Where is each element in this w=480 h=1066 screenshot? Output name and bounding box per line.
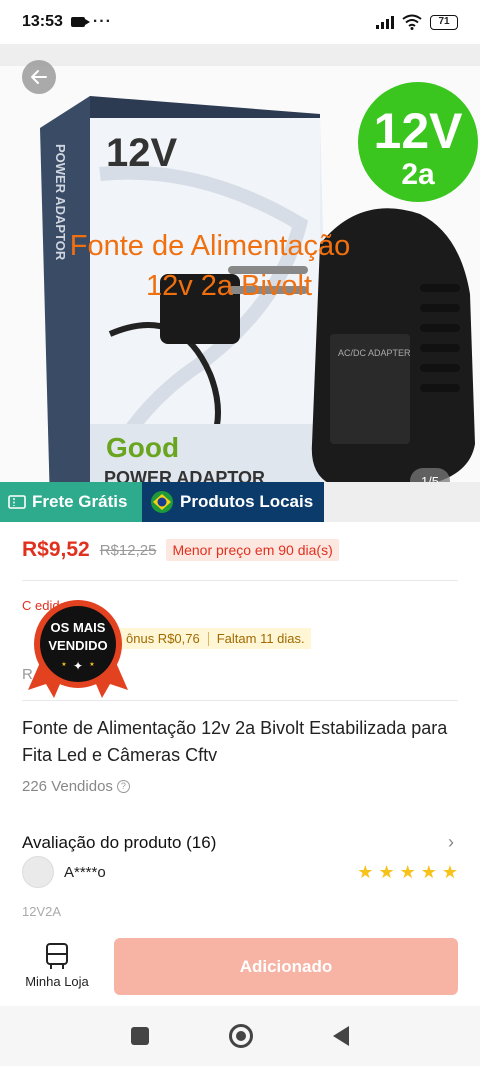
wifi-icon [402,14,422,30]
add-to-cart-button[interactable]: Adicionado [114,938,458,995]
bonus-separator [207,631,209,646]
tags-filler [324,482,480,522]
price-row: R$9,52 R$12,25 Menor preço em 90 dia(s) [22,538,458,562]
reviewer-name: A****o [64,863,106,881]
system-nav-bar [0,1006,480,1066]
free-shipping-tag: Frete Grátis [0,482,142,522]
recent-apps-button[interactable] [131,1027,149,1045]
brazil-flag-icon [151,491,173,513]
divider [22,700,458,701]
badge-line-1: OS MAIS [51,620,106,635]
box-good-text: Good [106,432,179,463]
local-products-label: Produtos Locais [180,492,314,511]
status-time: 13:53 [22,13,63,30]
sparkle-icon: ✦ [73,659,83,673]
product-tags: Frete Grátis Produtos Locais [0,482,480,522]
my-shop-button[interactable]: Minha Loja [22,942,92,989]
promo-overlay-title: Fonte de Alimentação 12v 2a Bivolt [20,226,400,306]
star-icon: ★ [357,861,374,882]
review-item: A****o ★ ★ ★ ★ ★ [22,856,458,888]
box-voltage-text: 12V [106,131,177,175]
help-icon[interactable]: ? [116,780,130,793]
small-star-icon: ★ [61,661,66,668]
local-products-tag: Produtos Locais [142,482,324,522]
battery-icon: 71 [430,14,458,30]
lowest-price-badge: Menor preço em 90 dia(s) [166,539,339,561]
product-title: Fonte de Alimentação 12v 2a Bivolt Estab… [22,718,448,765]
chevron-right-icon: › [448,832,454,852]
signal-icon [376,15,394,29]
star-icon: ★ [441,861,458,882]
home-button[interactable] [229,1024,253,1048]
bottom-action-bar: Minha Loja Adicionado [0,930,480,1006]
bonus-text: ônus R$0,76 [126,631,200,646]
sold-count-text: 226 Vendidos [22,778,113,795]
divider [22,580,458,581]
back-nav-button[interactable] [333,1026,349,1046]
free-shipping-label: Frete Grátis [32,492,128,511]
star-icon: ★ [420,861,437,882]
rating-stars: ★ ★ ★ ★ ★ [357,862,458,883]
camera-icon [70,17,90,27]
best-seller-badge: OS MAIS VENDIDO ✦ ★ ★ [28,600,128,698]
star-icon: ★ [399,861,416,882]
reviews-heading: Avaliação do produto (16) [22,832,217,852]
adapter-label-text: AC/DC ADAPTER [338,348,411,358]
review-variant: 12V2A [22,904,62,919]
arrow-left-icon [31,70,47,84]
store-icon [46,943,68,969]
sold-count: 226 Vendidos ? [22,778,130,795]
promo-line-2: 12v 2a Bivolt [145,270,313,302]
original-price: R$12,25 [99,541,157,559]
avatar [22,856,54,888]
bonus-row[interactable]: ônus R$0,76 Faltam 11 dias. [120,628,311,649]
product-image-gallery[interactable]: 12V Good POWER ADAPTOR POWER ADAPTOR 12V… [0,44,480,522]
small-star-icon: ★ [89,661,94,668]
back-button[interactable] [22,60,56,94]
my-shop-label: Minha Loja [25,974,89,989]
current-price: R$9,52 [22,538,90,561]
badge-volt-text: 12V [374,103,464,159]
status-bar: 13:53 ··· 71 [0,0,480,44]
reviews-header[interactable]: Avaliação do produto (16) › [22,832,454,853]
badge-line-2: VENDIDO [48,638,107,653]
ticket-icon [8,495,26,509]
star-icon: ★ [378,861,395,882]
more-dots-icon: ··· [92,13,112,30]
badge-amp-text: 2a [401,158,435,191]
promo-line-1: Fonte de Alimentação [69,230,351,262]
bonus-remaining: Faltam 11 dias. [216,631,305,646]
